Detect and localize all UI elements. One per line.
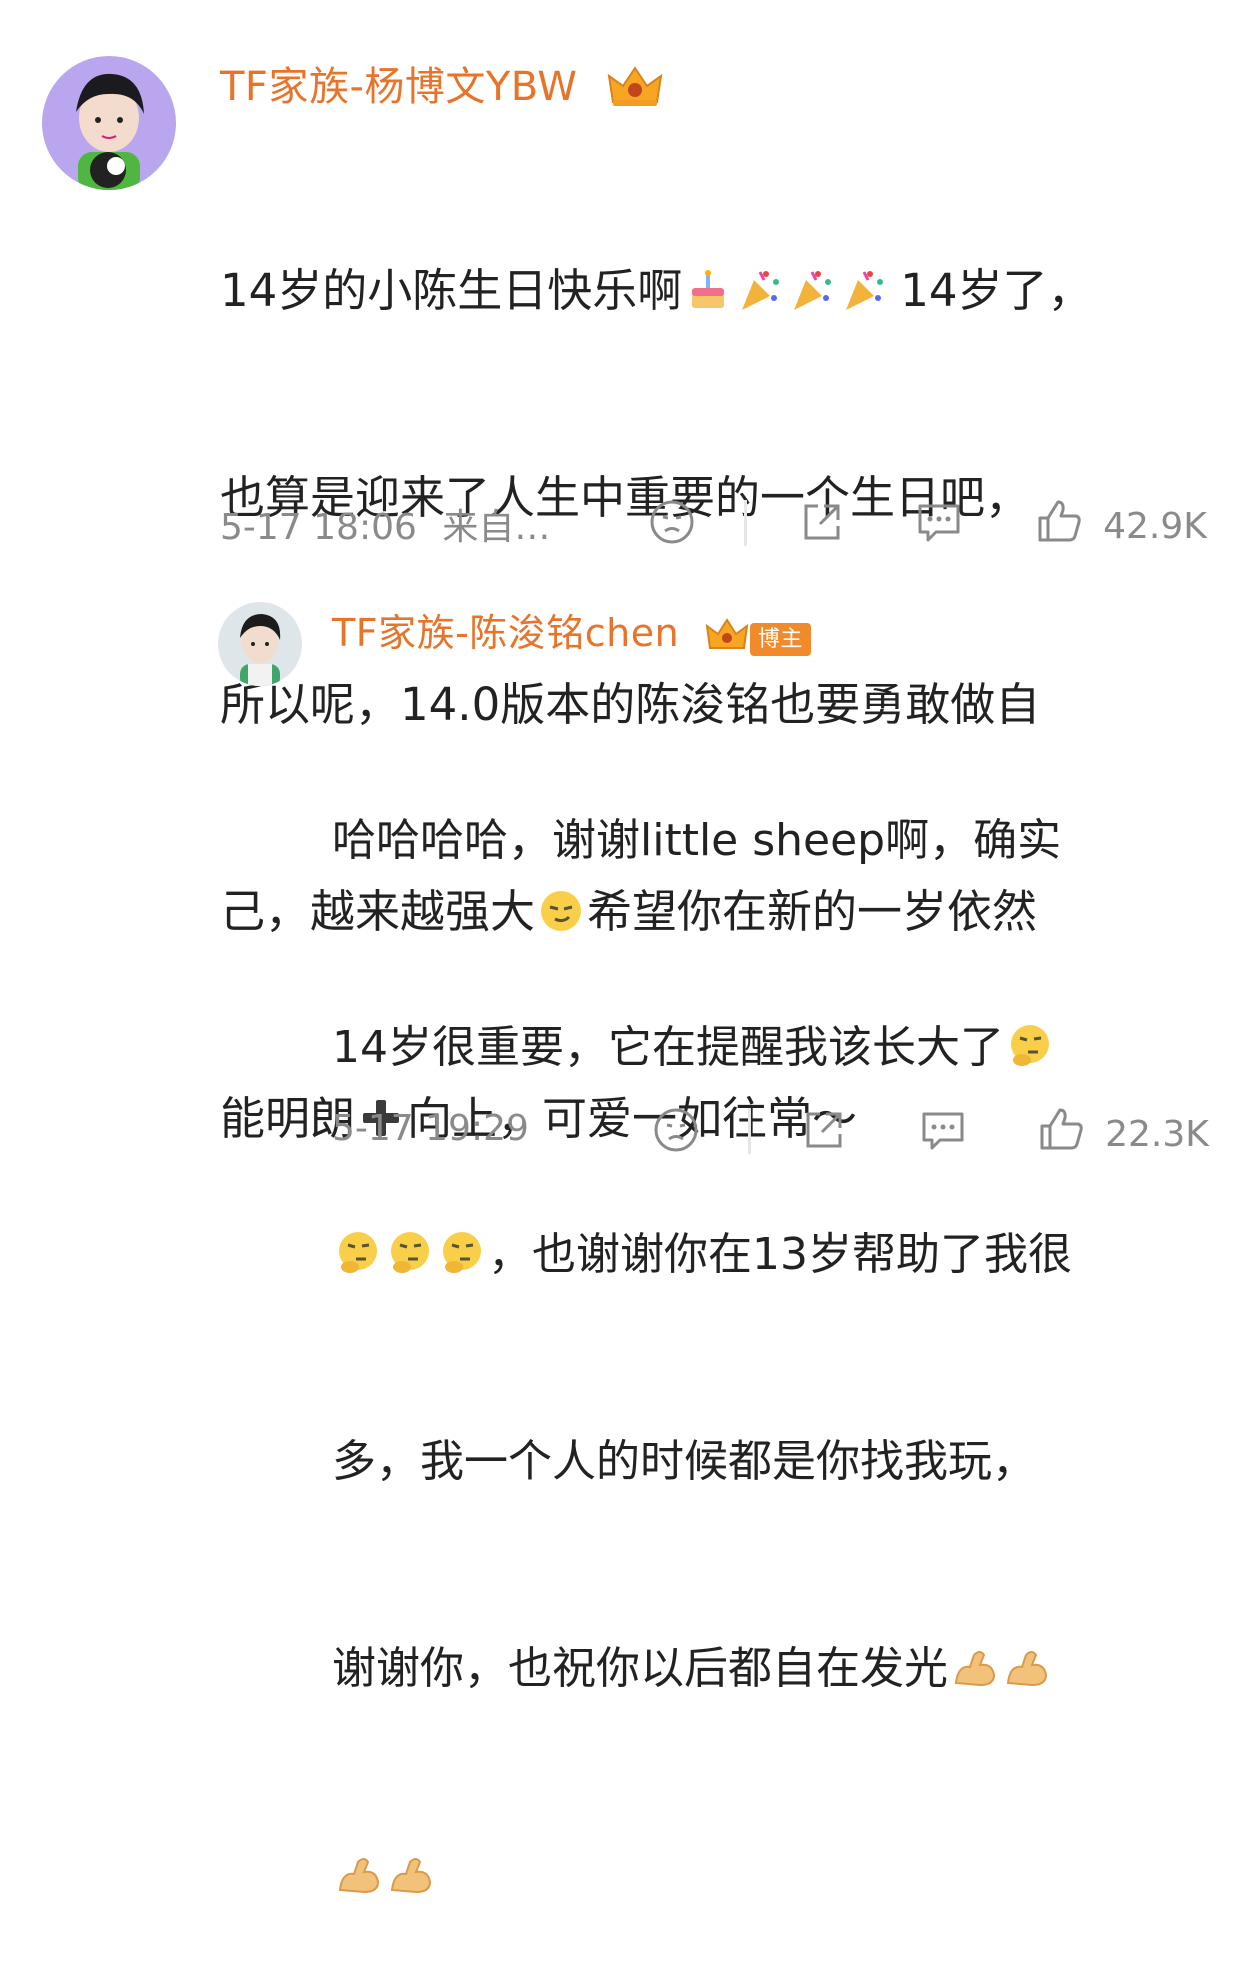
reply-line: 哈哈哈哈，谢谢little sheep啊，确实 (332, 815, 1062, 866)
party-popper-emoji (736, 266, 784, 314)
like-icon[interactable] (1036, 1104, 1086, 1158)
like-icon[interactable] (1034, 496, 1084, 550)
share-icon[interactable] (800, 1106, 848, 1158)
thinking-emoji (438, 1229, 486, 1277)
like-button[interactable]: 22.3K (1036, 1104, 1209, 1158)
reply-line: 多，我一个人的时候都是你找我玩， (332, 1436, 1036, 1487)
reply-avatar[interactable] (218, 602, 302, 686)
flex-arm-emoji (1002, 1643, 1050, 1691)
reply-line: 谢谢你，也祝你以后都自在发光 (332, 1634, 1232, 1703)
thinking-emoji (334, 1229, 382, 1277)
username-text[interactable]: TF家族-陈浚铭chen (332, 611, 679, 655)
party-popper-emoji (840, 266, 888, 314)
crown-icon (605, 64, 665, 118)
crown-icon (704, 616, 750, 663)
thinking-emoji (386, 1229, 434, 1277)
author-badge: 博主 (749, 623, 811, 656)
sad-face-icon[interactable] (648, 498, 696, 550)
like-count: 42.9K (1103, 506, 1207, 547)
text-segment: 14岁了， (900, 264, 1093, 317)
comment-username[interactable]: TF家族-杨博文YBW (220, 54, 665, 118)
avatar[interactable] (42, 56, 176, 190)
reply-line: ，也谢谢你在13岁帮助了我很 (332, 1220, 1232, 1289)
text-segment: ，也谢谢你在13岁帮助了我很 (488, 1229, 1072, 1280)
reply-line (332, 1841, 1232, 1910)
birthday-cake-emoji (684, 266, 732, 314)
timestamp: 5-17 18:06 (220, 507, 417, 548)
party-popper-emoji (788, 266, 836, 314)
text-segment: 谢谢你，也祝你以后都自在发光 (332, 1643, 948, 1694)
text-segment: 14岁的小陈生日快乐啊 (220, 264, 683, 317)
flex-arm-emoji (386, 1850, 434, 1898)
reply-meta: 5-17 19:29 (332, 1108, 529, 1149)
comment-line: 14岁的小陈生日快乐啊 14岁了， (220, 256, 1240, 325)
comment-icon[interactable] (918, 1106, 968, 1158)
like-count: 22.3K (1105, 1114, 1209, 1155)
sad-face-icon[interactable] (652, 1106, 700, 1158)
reply-username[interactable]: TF家族-陈浚铭chen 博主 (332, 602, 811, 663)
reply-line: 14岁很重要，它在提醒我该长大了 (332, 1013, 1232, 1082)
flex-arm-emoji (334, 1850, 382, 1898)
source-link[interactable]: 来自… (442, 507, 550, 548)
reply-text: 哈哈哈哈，谢谢little sheep啊，确实 14岁很重要，它在提醒我该长大了… (332, 668, 1232, 1979)
thinking-emoji (1006, 1022, 1054, 1070)
like-button[interactable]: 42.9K (1034, 496, 1207, 550)
flex-arm-emoji (950, 1643, 998, 1691)
comment-icon[interactable] (914, 498, 964, 550)
share-icon[interactable] (798, 498, 846, 550)
text-segment: 14岁很重要，它在提醒我该长大了 (332, 1022, 1004, 1073)
timestamp: 5-17 19:29 (332, 1108, 529, 1149)
comment-meta: 5-17 18:06 来自… (220, 498, 550, 550)
username-text[interactable]: TF家族-杨博文YBW (220, 64, 577, 110)
divider (744, 500, 747, 546)
divider (748, 1108, 751, 1154)
